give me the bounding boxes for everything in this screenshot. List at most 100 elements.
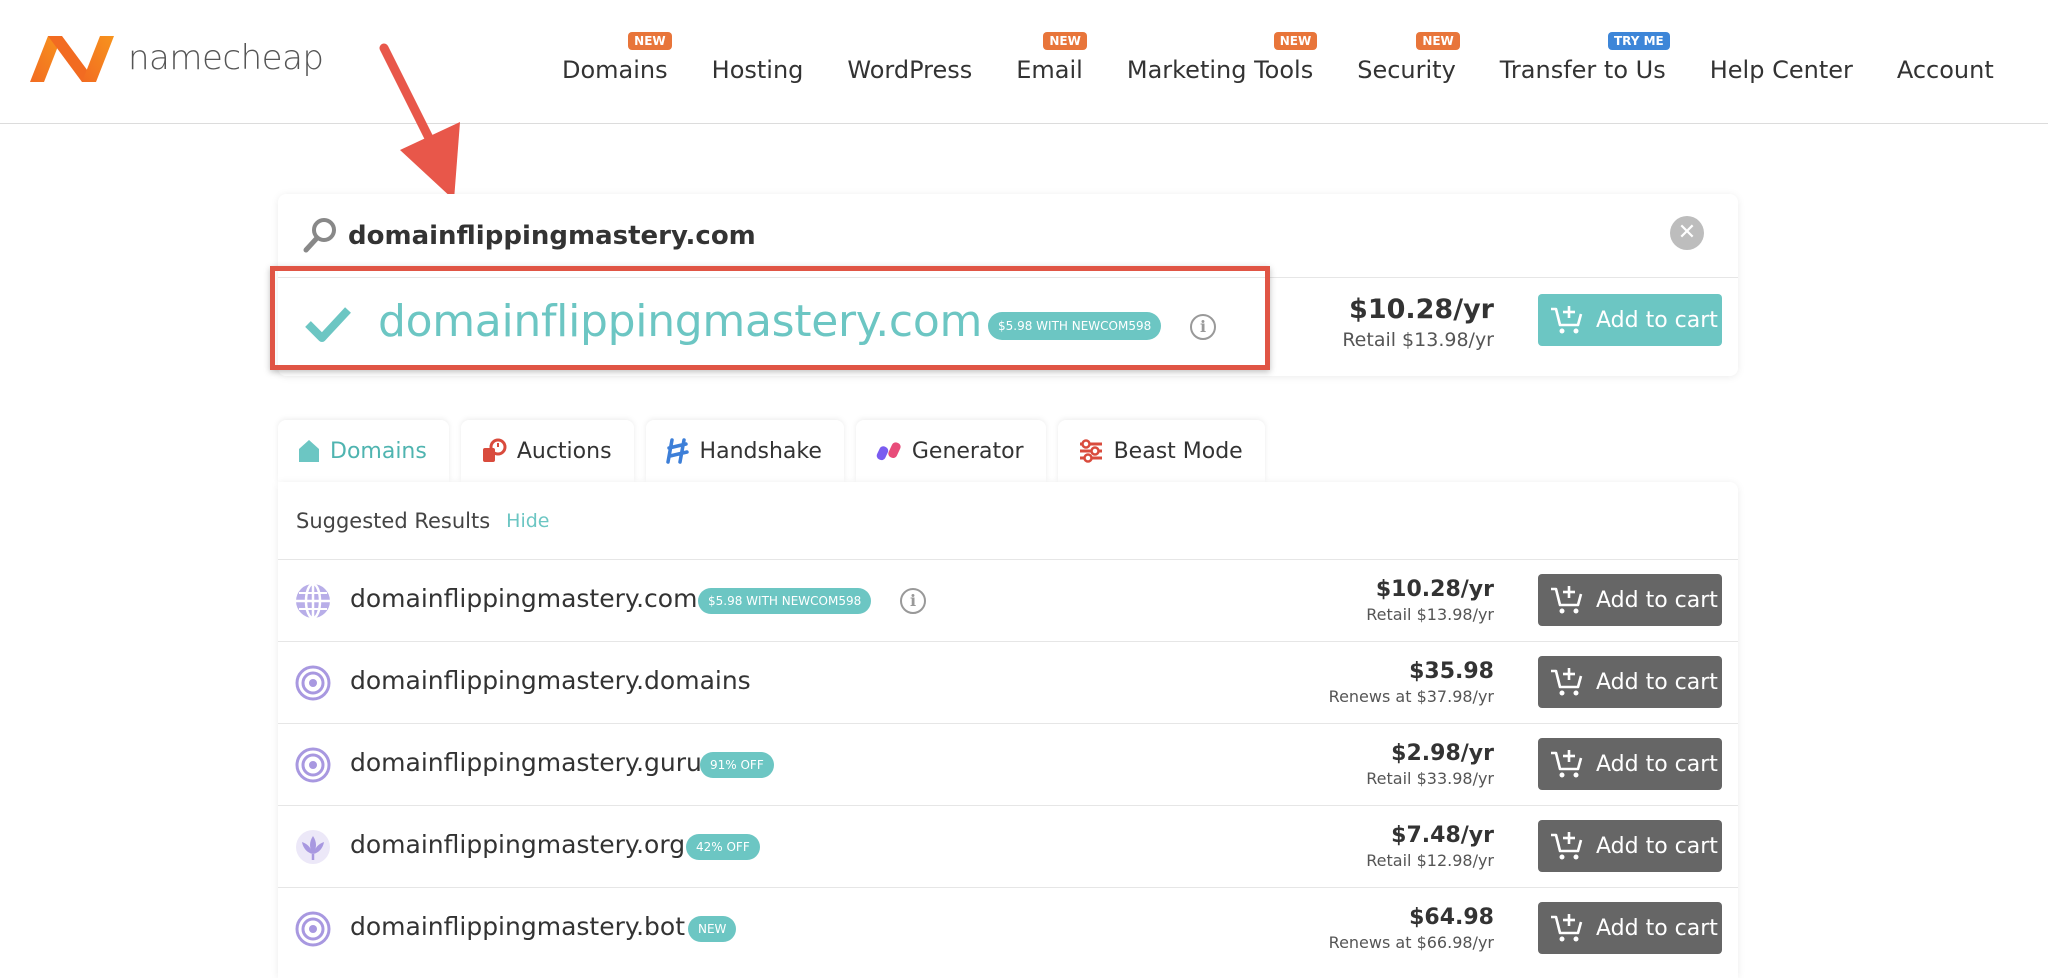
namecheap-logo[interactable]: namecheap [26,30,324,86]
checkmark-icon [305,307,351,342]
target-icon [295,665,331,701]
button-label: Add to cart [1596,669,1718,695]
sliders-icon [1078,439,1104,463]
domain-name[interactable]: domainflippingmastery.domains [350,666,751,695]
new-badge: NEW [1043,32,1087,50]
list-item: domainflippingmastery.org 42% OFF $7.48/… [278,806,1738,888]
nav-label: Security [1357,56,1456,84]
tab-domains[interactable]: Domains [278,420,449,482]
new-badge: NEW [628,32,672,50]
cart-plus-icon [1551,832,1583,860]
info-icon[interactable]: i [900,588,926,614]
list-item: domainflippingmastery.com $5.98 WITH NEW… [278,560,1738,642]
price: $64.98 [1409,905,1494,930]
domain-search-card: ✕ domainflippingmastery.com $5.98 WITH N… [270,194,1738,376]
row-price: $35.98 Renews at $37.98/yr [1329,658,1494,708]
retail-price: Retail $12.98/yr [1366,851,1494,870]
add-to-cart-button[interactable]: Add to cart [1538,820,1722,872]
button-label: Add to cart [1596,751,1718,777]
button-label: Add to cart [1596,833,1718,859]
nav-label: Email [1016,56,1083,84]
cart-plus-icon [1551,586,1583,614]
button-label: Add to cart [1596,587,1718,613]
row-price: $10.28/yr Retail $13.98/yr [1366,576,1494,626]
nav-item-wordpress[interactable]: WordPress [825,0,994,124]
new-badge: NEW [688,916,737,942]
new-badge: NEW [1416,32,1460,50]
tab-handshake[interactable]: Handshake [645,420,844,482]
domain-name[interactable]: domainflippingmastery.guru [350,748,702,777]
suggested-results-header: Suggested Results Hide [278,482,1738,560]
site-header: namecheap Domains NEW Hosting WordPress E… [0,0,2048,124]
nav-label: Domains [562,56,668,84]
promo-badge: $5.98 WITH NEWCOM598 [988,312,1162,340]
exact-match-price: $10.28/yr Retail $13.98/yr [1342,292,1494,352]
house-icon [298,439,320,463]
tab-beast-mode[interactable]: Beast Mode [1057,420,1265,482]
price: $7.48/yr [1391,823,1494,848]
tab-label: Domains [330,438,427,464]
generator-icon [876,440,902,462]
exact-match-result: domainflippingmastery.com $5.98 WITH NEW… [270,266,1738,376]
info-icon[interactable]: i [1190,314,1216,340]
nav-item-transfer[interactable]: Transfer to Us TRY ME [1478,0,1688,124]
retail-price: Retail $13.98/yr [1366,605,1494,624]
nav-label: WordPress [847,56,973,84]
add-to-cart-button[interactable]: Add to cart [1538,656,1722,708]
retail-price: Retail $13.98/yr [1342,329,1494,351]
cart-plus-icon [1551,914,1583,942]
add-to-cart-button[interactable]: Add to cart [1538,738,1722,790]
list-item: domainflippingmastery.bot NEW $64.98 Ren… [278,888,1738,970]
search-icon [303,218,336,253]
nav-item-hosting[interactable]: Hosting [690,0,826,124]
retail-price: Retail $33.98/yr [1366,769,1494,788]
nav-item-security[interactable]: Security NEW [1335,0,1478,124]
tab-label: Generator [911,438,1024,464]
globe-icon [296,582,330,620]
close-icon[interactable]: ✕ [1670,216,1704,250]
brand-name: namecheap [128,38,324,78]
nav-item-help-center[interactable]: Help Center [1688,0,1875,124]
domain-name[interactable]: domainflippingmastery.com [350,584,697,613]
row-price: $64.98 Renews at $66.98/yr [1329,904,1494,954]
exact-match-domain: domainflippingmastery.com [378,296,983,347]
tab-label: Beast Mode [1113,438,1243,464]
button-label: Add to cart [1596,915,1718,941]
nav-item-email[interactable]: Email NEW [994,0,1105,124]
namecheap-logo-icon [30,36,114,82]
cart-plus-icon [1551,668,1583,696]
tab-generator[interactable]: Generator [855,420,1046,482]
tab-label: Handshake [699,438,822,464]
discount-badge: 42% OFF [686,834,760,860]
add-to-cart-button[interactable]: Add to cart [1538,574,1722,626]
row-price: $2.98/yr Retail $33.98/yr [1366,740,1494,790]
nav-item-marketing-tools[interactable]: Marketing Tools NEW [1105,0,1335,124]
tab-label: Auctions [516,438,612,464]
price: $10.28/yr [1375,577,1494,602]
domain-name[interactable]: domainflippingmastery.bot [350,912,685,941]
new-badge: NEW [1273,32,1318,50]
nav-item-domains[interactable]: Domains NEW [540,0,690,124]
annotation-arrow-icon [379,43,460,200]
domain-search-input[interactable] [348,212,1548,260]
search-tabs: Domains Auctions Handshake Generator Bea… [278,420,1277,482]
tab-auctions[interactable]: Auctions [460,420,634,482]
nav-label: Account [1896,56,1994,84]
add-to-cart-button[interactable]: Add to cart [1538,902,1722,954]
domain-name[interactable]: domainflippingmastery.org [350,830,685,859]
auction-icon [481,438,507,464]
suggested-results-panel: Suggested Results Hide domainflippingmas… [278,482,1738,978]
try-me-badge: TRY ME [1607,32,1670,50]
discount-badge: 91% OFF [700,752,774,778]
target-icon [295,747,331,783]
lotus-icon [296,830,330,864]
promo-badge: $5.98 WITH NEWCOM598 [698,588,872,614]
nav-label: Marketing Tools [1126,56,1314,84]
nav-label: Transfer to Us [1499,56,1666,84]
add-to-cart-button[interactable]: Add to cart [1538,294,1722,346]
hide-link[interactable]: Hide [506,510,549,532]
nav-label: Hosting [711,56,804,84]
price: $2.98/yr [1391,741,1494,766]
button-label: Add to cart [1596,307,1718,333]
nav-item-account[interactable]: Account [1875,0,2016,124]
